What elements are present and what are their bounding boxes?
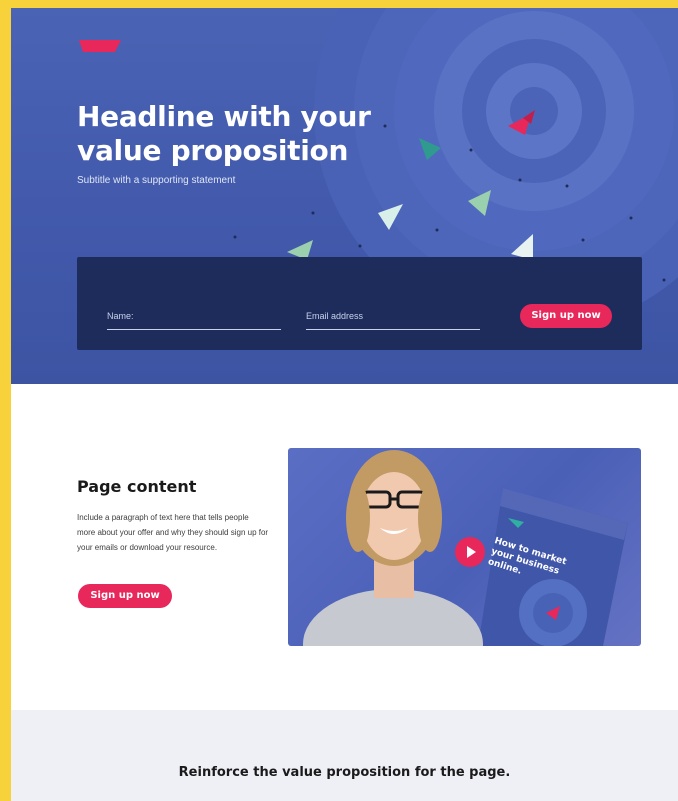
content-signup-button[interactable]: Sign up now [78, 584, 172, 608]
landing-page: Headline with your value proposition Sub… [11, 8, 678, 801]
value-proposition-text: Reinforce the value proposition for the … [178, 765, 511, 780]
hero-subtitle: Subtitle with a supporting statement [77, 175, 236, 186]
value-proposition-section: Reinforce the value proposition for the … [11, 710, 678, 801]
play-icon[interactable] [455, 537, 485, 567]
content-paragraph: Include a paragraph of text here that te… [77, 513, 269, 552]
hero-signup-button[interactable]: Sign up now [520, 304, 612, 328]
video-thumbnail[interactable]: How to market your business online. [288, 448, 641, 646]
content-title: Page content [77, 477, 197, 496]
hero-headline: Headline with your value proposition [77, 100, 371, 167]
name-input[interactable]: Name: [107, 308, 281, 330]
brand-logo[interactable] [77, 38, 123, 54]
email-input[interactable]: Email address [306, 308, 480, 330]
